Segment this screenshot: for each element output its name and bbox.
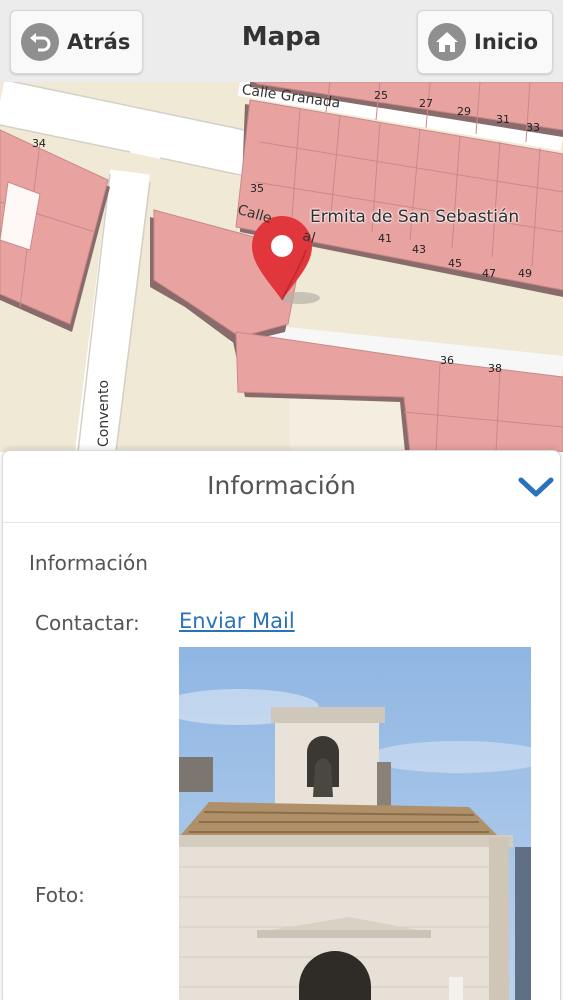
map-view[interactable]: Calle Granada Calle al Convento Ermita d… (0, 82, 563, 452)
home-label: Inicio (474, 30, 539, 54)
chevron-down-icon[interactable] (518, 475, 554, 499)
house-number: 38 (488, 362, 502, 375)
house-number: 33 (526, 121, 540, 134)
home-button[interactable]: Inicio (417, 10, 553, 74)
home-icon (428, 23, 466, 61)
church-photo (179, 647, 531, 1000)
house-number: 47 (482, 267, 496, 280)
house-number: 36 (440, 354, 454, 367)
house-number: 45 (448, 257, 462, 270)
top-bar: Atrás Mapa Inicio (0, 0, 563, 82)
house-number: 29 (457, 105, 471, 118)
send-mail-link[interactable]: Enviar Mail (179, 609, 295, 633)
info-panel: Información Información Contactar: Envia… (2, 450, 561, 1000)
house-number: 41 (378, 232, 392, 245)
house-number: 49 (518, 267, 532, 280)
house-number: 35 (250, 182, 264, 195)
contact-label: Contactar: (35, 611, 140, 635)
map-canvas (0, 82, 563, 452)
house-number: 27 (419, 97, 433, 110)
poi-label[interactable]: Ermita de San Sebastián (310, 207, 519, 227)
house-number: 34 (32, 137, 46, 150)
house-number: 31 (496, 113, 510, 126)
photo-label: Foto: (35, 883, 85, 907)
house-number: 25 (374, 89, 388, 102)
street-label-convento: Convento (96, 379, 112, 447)
info-panel-title: Información (207, 471, 356, 500)
info-panel-header[interactable]: Información (3, 451, 560, 523)
section-label: Información (29, 551, 148, 575)
house-number: 43 (412, 243, 426, 256)
